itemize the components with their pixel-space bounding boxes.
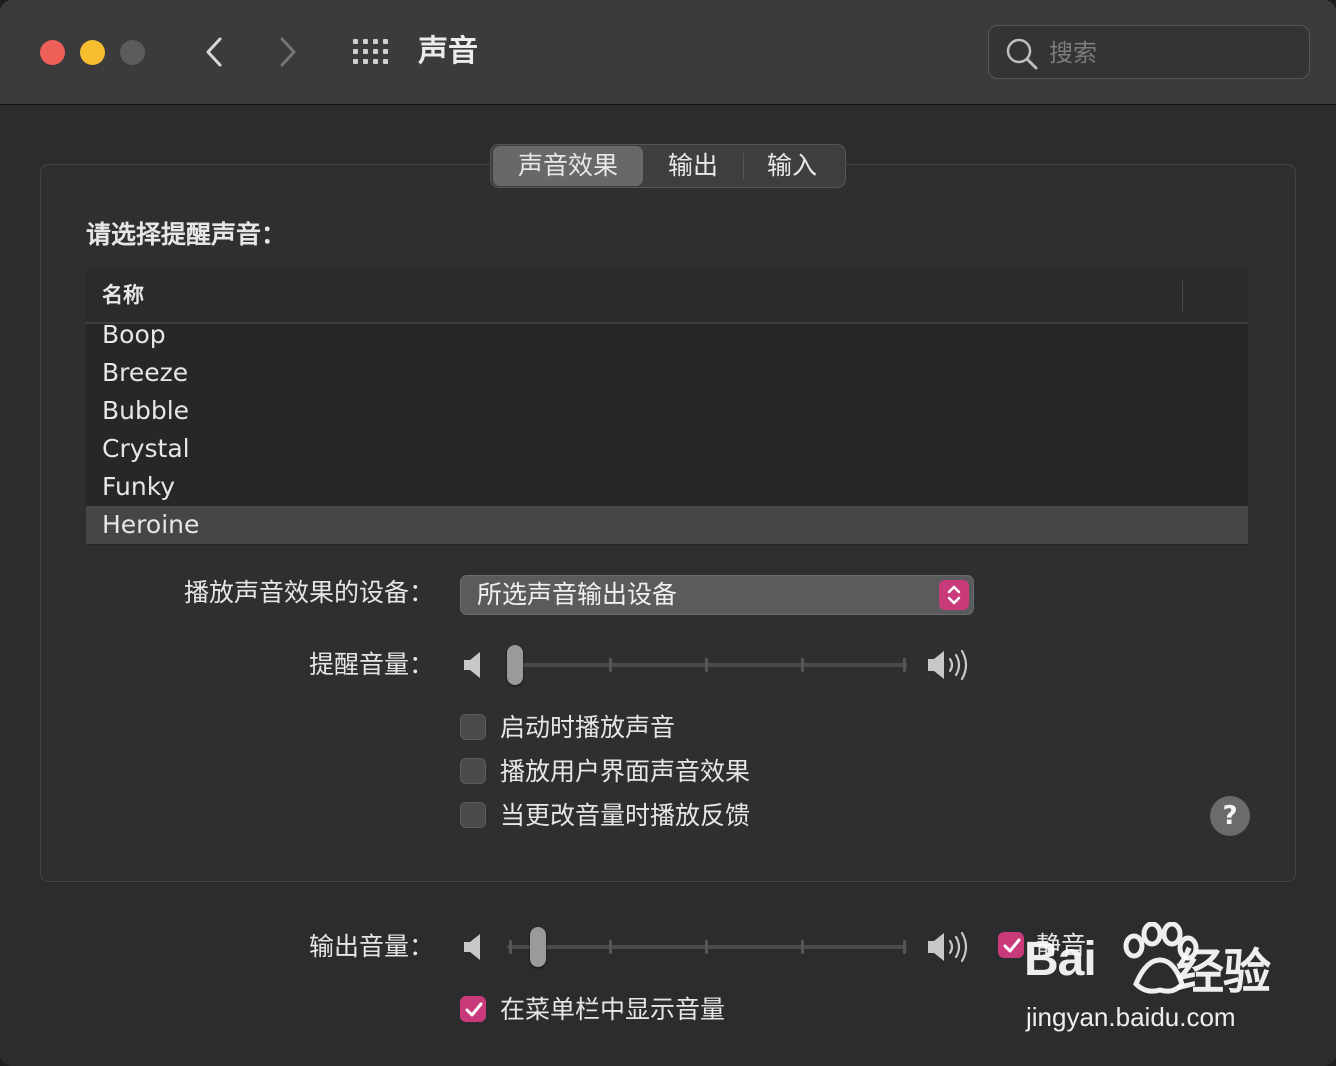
table-row[interactable]: Boop	[86, 316, 1248, 354]
speaker-low-icon	[464, 652, 480, 678]
alert-sound-table[interactable]: 名称 Boop Breeze Bubble Crystal Funky Hero…	[86, 268, 1248, 545]
sound-name: Boop	[102, 320, 166, 349]
chevron-right-icon	[280, 37, 296, 67]
table-row[interactable]: Bubble	[86, 392, 1248, 430]
chevron-left-icon	[206, 37, 222, 67]
tab-input[interactable]: 输入	[744, 146, 840, 186]
alert-sound-label: 请选择提醒声音：	[86, 220, 287, 249]
startup-sound-checkbox[interactable]	[460, 714, 486, 740]
tab-bar: 声音效果 输出 输入	[490, 144, 846, 188]
device-popup[interactable]: 所选声音输出设备	[460, 575, 974, 615]
checkmark-icon	[465, 1002, 483, 1017]
volume-feedback-label: 当更改音量时播放反馈	[500, 801, 751, 830]
alert-volume-slider[interactable]	[507, 645, 907, 685]
forward-button[interactable]	[268, 30, 308, 74]
title-bar: 声音 搜索	[0, 0, 1336, 105]
volume-feedback-checkbox[interactable]	[460, 802, 486, 828]
watermark-logo-text: Bai	[1024, 933, 1097, 986]
output-volume-label: 输出音量：	[308, 932, 434, 961]
alert-volume-label: 提醒音量：	[308, 650, 434, 679]
sound-name: Breeze	[102, 358, 189, 387]
show-volume-in-menubar-label: 在菜单栏中显示音量	[500, 995, 726, 1024]
watermark-url: jingyan.baidu.com	[1026, 1002, 1236, 1032]
ui-sound-effects-checkbox[interactable]	[460, 758, 486, 784]
close-button[interactable]	[40, 40, 65, 65]
chevron-updown-icon	[947, 585, 961, 605]
sound-name: Funky	[102, 472, 176, 501]
sound-name: Bubble	[102, 396, 190, 425]
slider-tick	[609, 940, 612, 954]
sound-name: Heroine	[102, 510, 200, 539]
table-row[interactable]: Crystal	[86, 430, 1248, 468]
help-button[interactable]: ?	[1210, 796, 1250, 836]
device-popup-value: 所选声音输出设备	[477, 580, 678, 609]
slider-thumb[interactable]	[507, 645, 523, 685]
search-icon	[1006, 38, 1038, 70]
tab-sound-effects[interactable]: 声音效果	[493, 146, 643, 186]
popup-stepper	[939, 580, 969, 610]
output-volume-slider[interactable]	[507, 927, 907, 967]
slider-tick	[801, 940, 804, 954]
search-placeholder: 搜索	[1049, 39, 1097, 67]
slider-tick	[705, 658, 708, 672]
watermark-logo-text-cn: 经验	[1176, 946, 1271, 999]
slider-tick	[903, 940, 906, 954]
window-title: 声音	[418, 34, 478, 69]
slider-tick	[509, 940, 512, 954]
table-row[interactable]: Breeze	[86, 354, 1248, 392]
column-header-name[interactable]: 名称	[102, 280, 144, 310]
tab-output[interactable]: 输出	[643, 146, 743, 186]
slider-thumb[interactable]	[530, 927, 546, 967]
slider-tick	[609, 658, 612, 672]
zoom-button[interactable]	[120, 40, 145, 65]
table-row[interactable]: Funky	[86, 468, 1248, 506]
sound-name: Crystal	[102, 434, 190, 463]
mute-checkbox[interactable]	[998, 932, 1024, 958]
checkmark-icon	[1003, 938, 1021, 953]
speaker-high-icon	[928, 649, 968, 681]
slider-tick	[903, 658, 906, 672]
slider-tick	[801, 658, 804, 672]
show-all-button[interactable]	[352, 38, 390, 66]
speaker-low-icon	[464, 934, 480, 960]
table-row-selected[interactable]: Heroine	[86, 506, 1248, 544]
column-divider	[1182, 281, 1183, 311]
grid-icon	[353, 39, 388, 64]
baidu-jingyan-watermark: Bai 经验 jingyan.baidu.com	[1024, 922, 1274, 1042]
ui-sound-effects-label: 播放用户界面声音效果	[500, 757, 751, 786]
search-field[interactable]: 搜索	[988, 25, 1310, 79]
show-volume-in-menubar-checkbox[interactable]	[460, 996, 486, 1022]
speaker-high-icon	[928, 931, 968, 963]
back-button[interactable]	[194, 30, 234, 74]
slider-tick	[705, 940, 708, 954]
minimize-button[interactable]	[80, 40, 105, 65]
device-label: 播放声音效果的设备：	[183, 578, 434, 607]
startup-sound-label: 启动时播放声音	[500, 713, 676, 742]
system-preferences-window: 声音 搜索 声音效果 输出 输入 请选择提醒声音： 名称 Boop Breeze…	[0, 0, 1336, 1066]
